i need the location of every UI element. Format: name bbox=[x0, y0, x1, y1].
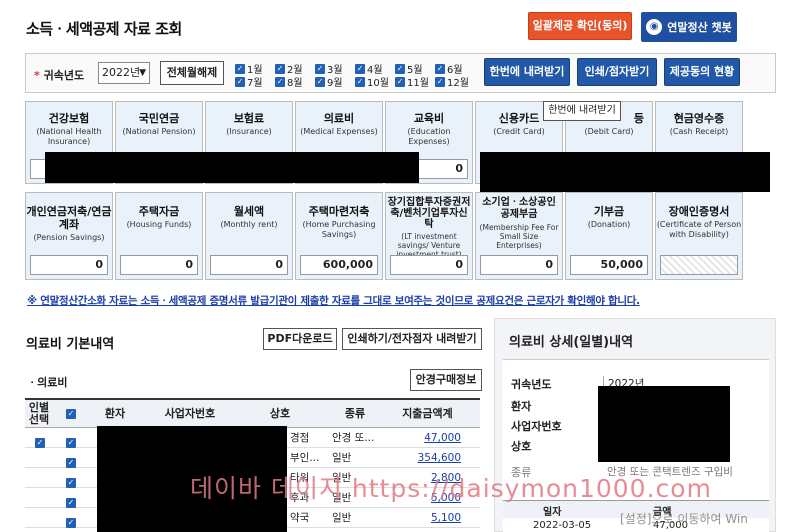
select-all-checkbox[interactable]: ✓ bbox=[61, 400, 81, 428]
check-icon: ✓ bbox=[235, 63, 245, 74]
card-value: 0 bbox=[390, 255, 468, 275]
filter-bar: * 귀속년도 2022년 ▼ 전체월해제 ✓ 1월 ✓ 7월 ✓ 2월 ✓ 8월 ✓ 3월… bbox=[25, 53, 776, 93]
notice-text: ※ 연말정산간소화 자료는 소득ㆍ세액공제 증명서류 발급기관이 제출한 자료를… bbox=[27, 295, 640, 307]
month-10-checkbox[interactable]: ✓ 10월 bbox=[355, 74, 389, 89]
provision-status-button[interactable]: 제공동의 현황 bbox=[664, 58, 740, 86]
check-icon: ✓ bbox=[315, 76, 325, 87]
medical-sub-label: ㆍ의료비 bbox=[27, 376, 68, 389]
check-icon: ✓ bbox=[435, 76, 445, 87]
check-icon: ✓ bbox=[35, 438, 45, 448]
month-12-checkbox[interactable]: ✓ 12월 bbox=[435, 74, 469, 89]
row-checkbox[interactable]: ✓ bbox=[66, 512, 76, 532]
medical-basic-title: 의료비 기본내역 bbox=[26, 337, 115, 352]
print-braille-button[interactable]: 인쇄하기/전자점자 내려받기 bbox=[342, 328, 482, 350]
print-submit-button[interactable]: 인쇄/점자받기 bbox=[577, 58, 657, 86]
month-9-checkbox[interactable]: ✓ 9월 bbox=[315, 74, 343, 89]
card-lt-investment[interactable]: 장기집합투자증권저축/벤처기업투자신탁 (LT investment saving… bbox=[385, 192, 473, 280]
redaction-bar bbox=[598, 386, 730, 462]
chatbot-label: 연말정산 챗봇 bbox=[667, 21, 732, 34]
check-icon: ✓ bbox=[235, 76, 245, 87]
row-type: 일반 bbox=[332, 512, 352, 524]
card-home-purchasing-savings[interactable]: 주택마련저축 (Home Purchasing Savings) 600,000 bbox=[295, 192, 383, 280]
row-type: 일반 bbox=[332, 452, 352, 464]
check-icon: ✓ bbox=[66, 478, 76, 488]
row-business-name: 부인... bbox=[290, 452, 320, 464]
row-amount-link[interactable]: 5,100 bbox=[395, 508, 461, 528]
check-icon: ✓ bbox=[395, 63, 405, 74]
check-icon: ✓ bbox=[275, 76, 285, 87]
medical-detail-title: 의료비 상세(일별)내역 bbox=[509, 335, 634, 350]
check-icon: ✓ bbox=[66, 498, 76, 508]
check-icon: ✓ bbox=[66, 438, 76, 448]
col-patient: 환자 bbox=[104, 407, 126, 420]
col-type: 종류 bbox=[344, 407, 366, 420]
redaction-bar bbox=[45, 152, 419, 183]
col-business-name: 상호 bbox=[269, 407, 291, 420]
card-value: 0 bbox=[120, 255, 198, 275]
year-label: * 귀속년도 bbox=[34, 69, 85, 82]
table-header: 인별 선택 ✓ 환자 사업자번호 상호 종류 지출금액계 bbox=[25, 400, 480, 428]
card-small-enterprise[interactable]: 소기업ㆍ소상공인 공제부금 (Membership Fee For Small S… bbox=[475, 192, 563, 280]
card-value: 600,000 bbox=[300, 255, 378, 275]
check-icon: ✓ bbox=[66, 518, 76, 528]
row-business-name: 약국 bbox=[290, 512, 310, 524]
card-value bbox=[660, 255, 738, 275]
card-monthly-rent[interactable]: 월세액 (Monthly rent) 0 bbox=[205, 192, 293, 280]
month-8-checkbox[interactable]: ✓ 8월 bbox=[275, 74, 303, 89]
month-11-checkbox[interactable]: ✓ 11월 bbox=[395, 74, 429, 89]
clear-all-months-button[interactable]: 전체월해제 bbox=[160, 61, 224, 85]
download-all-button[interactable]: 한번에 내려받기 bbox=[484, 58, 570, 86]
year-select[interactable]: 2022년 ▼ bbox=[98, 62, 150, 84]
card-pension-savings[interactable]: 개인연금저축/연금계좌 (Pension Savings) 0 bbox=[25, 192, 113, 280]
pdf-download-button[interactable]: PDF다운로드 bbox=[263, 328, 337, 350]
chatbot-icon: ◉ bbox=[646, 19, 663, 35]
row-type: 안경 또... bbox=[332, 432, 375, 444]
check-icon: ✓ bbox=[66, 458, 76, 468]
page-title: 소득ㆍ세액공제 자료 조회 bbox=[26, 20, 182, 38]
consent-button[interactable]: 일괄제공 확인(동의) bbox=[528, 12, 632, 40]
redaction-bar bbox=[480, 152, 770, 192]
glasses-purchase-button[interactable]: 안경구매정보 bbox=[410, 369, 482, 391]
col-amount: 지출금액계 bbox=[402, 407, 453, 420]
card-value: 50,000 bbox=[570, 255, 648, 275]
col-select: 인별 선택 bbox=[28, 401, 50, 426]
check-icon: ✓ bbox=[315, 63, 325, 74]
windows-activation-note: [설정]으로 이동하여 Win bbox=[620, 512, 748, 526]
card-donation[interactable]: 기부금 (Donation) 50,000 bbox=[565, 192, 653, 280]
check-icon: ✓ bbox=[435, 63, 445, 74]
card-value: 0 bbox=[30, 255, 108, 275]
card-disability-certificate[interactable]: 장애인증명서 (Certificate of Person with Disabi… bbox=[655, 192, 743, 280]
row-business-name: 경점 bbox=[290, 432, 310, 444]
chatbot-button[interactable]: ◉ 연말정산 챗봇 bbox=[641, 12, 737, 42]
watermark-text: 데이바 데이지 https://daisymon1000.com bbox=[190, 474, 712, 503]
card-value: 0 bbox=[210, 255, 288, 275]
month-7-checkbox[interactable]: ✓ 7월 bbox=[235, 74, 263, 89]
check-icon: ✓ bbox=[275, 63, 285, 74]
chevron-down-icon: ▼ bbox=[139, 68, 146, 78]
tooltip: 한번에 내려받기 bbox=[543, 101, 621, 121]
check-icon: ✓ bbox=[355, 76, 365, 87]
card-value: 0 bbox=[480, 255, 558, 275]
row-amount-link[interactable]: 47,000 bbox=[395, 428, 461, 448]
col-business-no: 사업자번호 bbox=[164, 407, 216, 420]
month-checkboxes: ✓ 1월 ✓ 7월 ✓ 2월 ✓ 8월 ✓ 3월 ✓ 9월 ✓ 4월 ✓ 10월 ✓ 5월 ✓ 11… bbox=[233, 59, 473, 89]
check-icon: ✓ bbox=[66, 409, 76, 419]
card-housing-funds[interactable]: 주택자금 (Housing Funds) 0 bbox=[115, 192, 203, 280]
check-icon: ✓ bbox=[355, 63, 365, 74]
check-icon: ✓ bbox=[395, 76, 405, 87]
row-amount-link[interactable]: 354,600 bbox=[395, 448, 461, 468]
